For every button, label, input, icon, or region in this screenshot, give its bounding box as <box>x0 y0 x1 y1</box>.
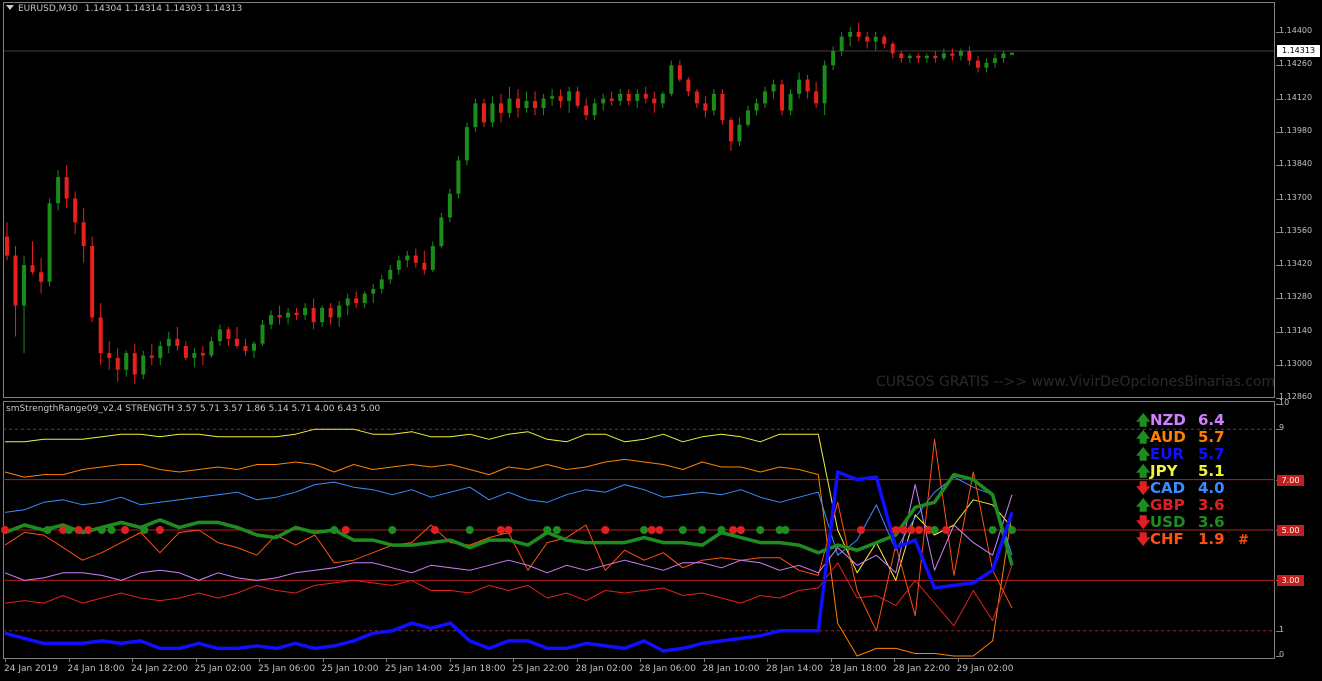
time-axis-tick <box>513 658 514 662</box>
time-axis-label: 25 Jan 10:00 <box>321 664 379 674</box>
time-axis-tick <box>767 658 768 662</box>
arrow-down-icon: 🡇 <box>1136 532 1151 548</box>
time-axis-tick <box>640 658 641 662</box>
price-chart-panel[interactable] <box>3 2 1275 398</box>
chart-header: EURUSD,M30 1.14304 1.14314 1.14303 1.143… <box>6 4 242 14</box>
time-axis-tick <box>576 658 578 662</box>
time-axis-label: 28 Jan 22:00 <box>893 664 950 674</box>
time-axis-label: 25 Jan 18:00 <box>448 664 506 674</box>
time-axis-label: 28 Jan 10:00 <box>702 664 760 674</box>
strength-row-eur: 🡅EUR 5.7 <box>1136 444 1249 463</box>
price-axis-label: 1.13980 <box>1279 125 1313 135</box>
time-axis-tick <box>5 658 6 662</box>
time-axis-label: 25 Jan 14:00 <box>385 664 442 674</box>
time-axis-label: 29 Jan 02:00 <box>956 664 1014 674</box>
strength-row-cad: 🡇CAD 4.0 <box>1136 478 1249 497</box>
indicator-header: smStrengthRange09_v2.4 STRENGTH 3.57 5.7… <box>6 404 381 414</box>
price-axis-label: 1.14120 <box>1279 92 1313 102</box>
current-price-tag: 1.14313 <box>1277 45 1320 57</box>
indicator-panel[interactable] <box>3 401 1275 659</box>
price-axis-label: 1.13000 <box>1279 359 1313 368</box>
strength-row-aud: 🡅AUD 5.7 <box>1136 427 1249 446</box>
time-axis-label: 25 Jan 06:00 <box>258 664 315 674</box>
time-axis-label: 28 Jan 06:00 <box>639 664 696 674</box>
price-axis-label: 1.13700 <box>1279 192 1313 202</box>
time-axis-tick <box>386 658 387 662</box>
time-axis-label: 25 Jan 02:00 <box>194 664 252 674</box>
strength-value: 1.9 <box>1198 530 1225 548</box>
price-axis-label: 1.13420 <box>1279 259 1313 269</box>
watermark-text: CURSOS GRATIS -->> www.VivirDeOpcionesBi… <box>876 374 1276 390</box>
dropdown-triangle-icon[interactable] <box>6 5 14 10</box>
time-axis-label: 25 Jan 22:00 <box>512 664 569 674</box>
price-axis-label: 1.13840 <box>1279 159 1313 169</box>
strength-row-nzd: 🡅NZD 6.4 <box>1136 410 1249 429</box>
time-axis-tick <box>322 658 324 662</box>
level-tag: 3.00 <box>1277 575 1304 587</box>
indicator-axis-label: 1 <box>1279 624 1285 634</box>
price-axis-label: 1.14400 <box>1279 26 1313 35</box>
time-axis-label: 28 Jan 18:00 <box>829 664 887 674</box>
indicator-axis-label: 9 <box>1279 423 1285 433</box>
price-axis-label: 1.14260 <box>1279 59 1313 69</box>
currency-code: CHF <box>1150 530 1184 548</box>
time-axis-tick <box>830 658 832 662</box>
strength-row-usd: 🡇USD 3.6 <box>1136 512 1249 531</box>
strength-row-jpy: 🡅JPY 5.1 <box>1136 461 1249 480</box>
time-axis-tick <box>894 658 895 662</box>
time-axis-tick <box>703 658 705 662</box>
strength-row-chf: 🡇CHF 1.9 # <box>1136 529 1249 548</box>
time-axis-label: 24 Jan 22:00 <box>131 664 188 674</box>
symbol-label: EURUSD,M30 <box>18 4 78 14</box>
time-axis-label: 28 Jan 02:00 <box>575 664 633 674</box>
indicator-axis-label: 0 <box>1279 650 1285 659</box>
price-axis-label: 1.13560 <box>1279 225 1313 235</box>
price-axis-label: 1.13280 <box>1279 292 1313 302</box>
price-axis-label: 1.13140 <box>1279 325 1313 335</box>
strength-marker: # <box>1238 533 1249 548</box>
level-tag: 5.00 <box>1277 525 1304 536</box>
time-axis-tick <box>68 658 70 662</box>
level-tag: 7.00 <box>1277 474 1304 486</box>
time-axis-label: 24 Jan 18:00 <box>67 664 125 674</box>
time-axis-label: 28 Jan 14:00 <box>766 664 823 674</box>
time-axis-tick <box>449 658 451 662</box>
time-axis-tick <box>132 658 133 662</box>
indicator-axis-label: 10 <box>1279 398 1290 407</box>
time-axis-tick <box>195 658 197 662</box>
time-axis-tick <box>259 658 260 662</box>
strength-row-gbp: 🡅GBP 3.6 <box>1136 495 1249 514</box>
ohlc-readout: 1.14304 1.14314 1.14303 1.14313 <box>84 4 243 14</box>
time-axis-tick <box>957 658 959 662</box>
currency-strength-list: 🡅NZD 6.4 🡅AUD 5.7 🡅EUR 5.7 🡅JPY 5.1 🡇CAD 4.0 🡅GBP 3… <box>1136 410 1249 548</box>
time-axis-label: 24 Jan 2019 <box>4 664 58 674</box>
